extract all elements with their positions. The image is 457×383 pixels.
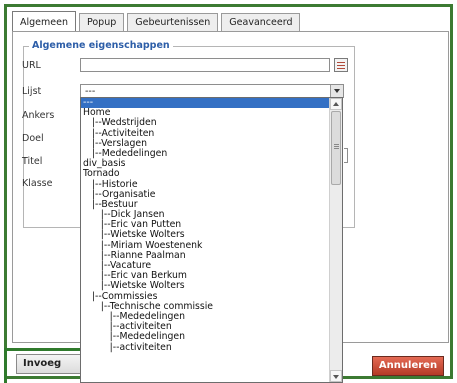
titel-label: Titel bbox=[22, 156, 43, 167]
tab-geavanceerd[interactable]: Geavanceerd bbox=[221, 13, 301, 32]
chevron-down-icon[interactable] bbox=[330, 85, 343, 97]
klasse-label: Klasse bbox=[22, 178, 53, 189]
dropdown-option[interactable]: |--Mededelingen bbox=[81, 332, 331, 342]
browse-icon[interactable] bbox=[334, 58, 348, 72]
dropdown-scrollbar[interactable] bbox=[329, 98, 342, 382]
ankers-label: Ankers bbox=[22, 110, 55, 121]
lijst-label: Lijst bbox=[22, 86, 42, 97]
scrollbar-thumb[interactable] bbox=[331, 111, 341, 185]
dropdown-option[interactable]: Tornado bbox=[81, 169, 331, 179]
doel-label: Doel bbox=[22, 133, 44, 144]
titel-field-edge bbox=[344, 148, 348, 163]
lijst-select[interactable]: --- bbox=[80, 84, 344, 98]
url-label: URL bbox=[22, 60, 41, 71]
tab-popup[interactable]: Popup bbox=[78, 13, 125, 32]
tab-gebeurtenissen[interactable]: Gebeurtenissen bbox=[127, 13, 219, 32]
dropdown-option[interactable]: --- bbox=[81, 98, 331, 109]
insert-highlight-box bbox=[4, 348, 84, 383]
fieldset-legend: Algemene eigenschappen bbox=[29, 40, 173, 51]
scroll-up-icon[interactable] bbox=[330, 98, 342, 110]
cancel-button[interactable]: Annuleren bbox=[372, 356, 444, 376]
url-input[interactable] bbox=[80, 58, 330, 72]
scroll-down-icon[interactable] bbox=[330, 370, 342, 382]
tab-algemeen[interactable]: Algemeen bbox=[12, 11, 76, 33]
dropdown-option[interactable]: |--activiteiten bbox=[81, 342, 331, 353]
lijst-dropdown-list[interactable]: --- Home |--Wedstrijden |--Activiteiten |… bbox=[80, 97, 343, 383]
tab-bar: Algemeen Popup Gebeurtenissen Geavanceer… bbox=[12, 10, 303, 33]
dropdown-options: --- Home |--Wedstrijden |--Activiteiten |… bbox=[81, 98, 331, 353]
